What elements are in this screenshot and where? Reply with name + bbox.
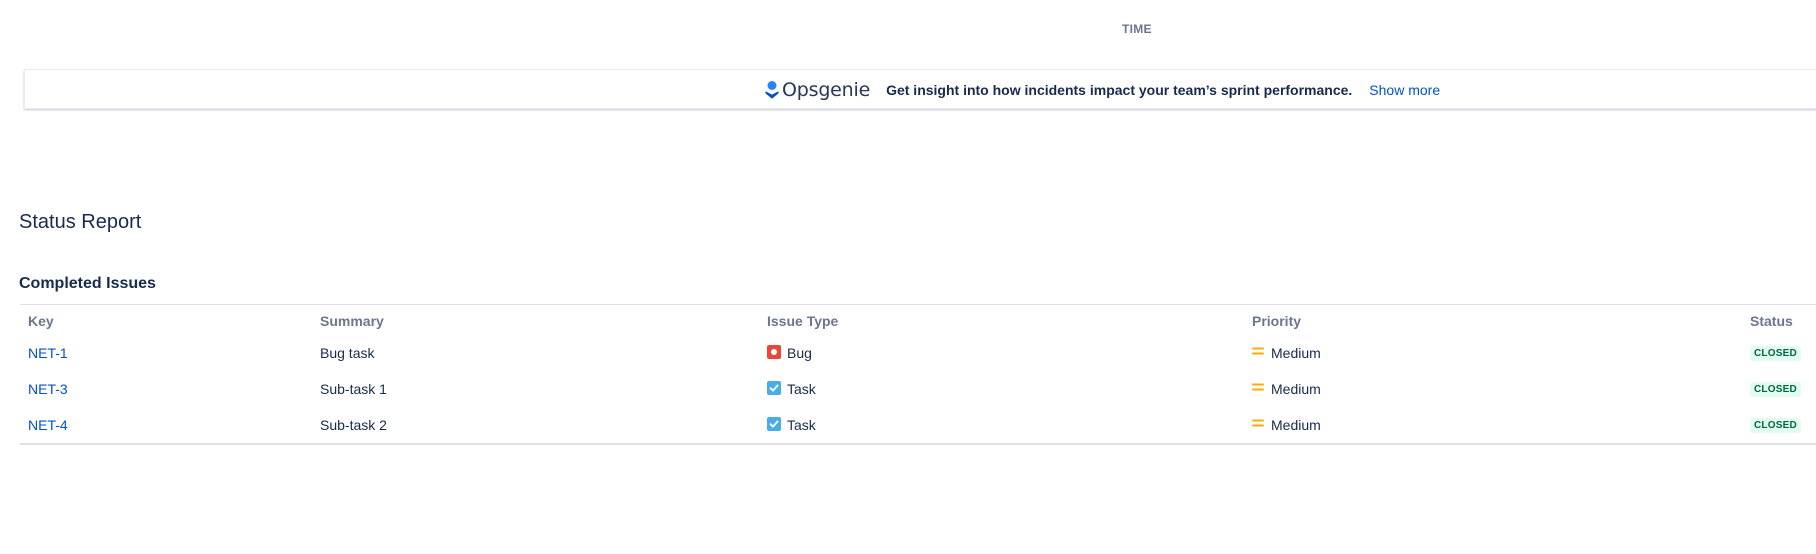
priority-label: Medium: [1271, 345, 1321, 361]
issue-type-label: Bug: [787, 345, 812, 361]
column-header-status[interactable]: Status: [1742, 305, 1816, 336]
opsgenie-brand-name: Opsgenie: [782, 79, 871, 101]
opsgenie-logo: Opsgenie: [765, 79, 870, 101]
column-header-issue-type[interactable]: Issue Type: [759, 305, 1244, 336]
task-icon: [767, 381, 781, 395]
status-badge: CLOSED: [1750, 346, 1801, 361]
status-badge: CLOSED: [1750, 418, 1801, 433]
issue-key-link[interactable]: NET-4: [28, 417, 68, 433]
report-title: Status Report: [19, 211, 142, 233]
table-row: NET-3 Sub-task 1 Task Medium CLOSED: [20, 371, 1816, 407]
priority-label: Medium: [1271, 381, 1321, 397]
page: TIME Opsgenie Get insight into how incid…: [0, 0, 1816, 554]
completed-issues-table: Key Summary Issue Type Priority Status N…: [20, 304, 1816, 445]
issue-key-link[interactable]: NET-1: [28, 345, 68, 361]
issue-summary: Bug task: [320, 345, 375, 361]
bug-icon: [767, 345, 781, 359]
priority-medium-icon: [1252, 419, 1264, 427]
priority-label: Medium: [1271, 417, 1321, 433]
opsgenie-logo-icon: [765, 81, 779, 99]
issue-summary: Sub-task 1: [320, 381, 387, 397]
status-badge: CLOSED: [1750, 382, 1801, 397]
banner-content: Opsgenie Get insight into how incidents …: [765, 70, 1440, 110]
section-title: Completed Issues: [19, 275, 156, 292]
column-header-priority[interactable]: Priority: [1244, 305, 1742, 336]
issue-key-link[interactable]: NET-3: [28, 381, 68, 397]
opsgenie-banner: Opsgenie Get insight into how incidents …: [24, 69, 1816, 109]
banner-message: Get insight into how incidents impact yo…: [886, 82, 1353, 98]
column-header-key[interactable]: Key: [20, 305, 312, 336]
time-column-label: TIME: [1122, 22, 1152, 36]
table-row: NET-1 Bug task Bug Medium CLOSED: [20, 335, 1816, 371]
task-icon: [767, 417, 781, 431]
priority-medium-icon: [1252, 347, 1264, 355]
show-more-link[interactable]: Show more: [1369, 82, 1440, 98]
table-header-row: Key Summary Issue Type Priority Status: [20, 304, 1816, 336]
issue-summary: Sub-task 2: [320, 417, 387, 433]
column-header-summary[interactable]: Summary: [312, 305, 759, 336]
table-row: NET-4 Sub-task 2 Task Medium CLOSED: [20, 407, 1816, 444]
issue-type-label: Task: [787, 417, 816, 433]
priority-medium-icon: [1252, 383, 1264, 391]
issue-type-label: Task: [787, 381, 816, 397]
